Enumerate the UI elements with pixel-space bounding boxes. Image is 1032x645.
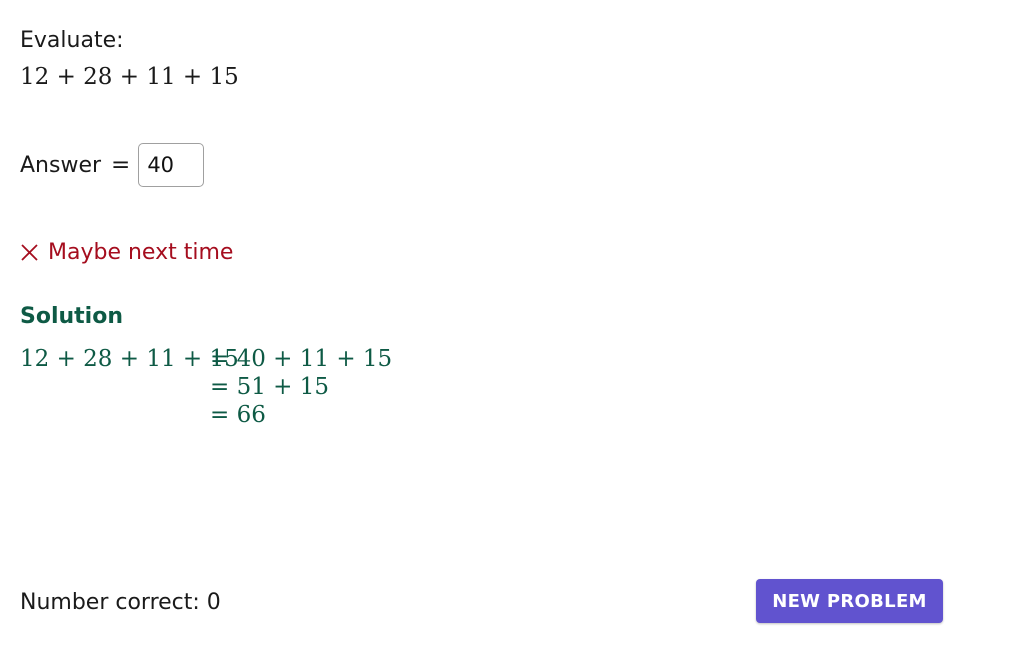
solution-step: = 66 bbox=[20, 401, 392, 429]
solution-step-rhs: = 66 bbox=[210, 402, 266, 428]
solution-step: = 51 + 15 bbox=[20, 373, 392, 401]
equals-sign: = bbox=[111, 152, 130, 178]
answer-row: Answer = bbox=[20, 143, 204, 187]
new-problem-button[interactable]: NEW PROBLEM bbox=[756, 579, 943, 623]
score-counter: Number correct: 0 bbox=[20, 590, 221, 615]
solution-step: 12 + 28 + 11 + 15 = 40 + 11 + 15 bbox=[20, 345, 392, 373]
solution-step-lhs: 12 + 28 + 11 + 15 bbox=[20, 346, 210, 372]
prompt-label: Evaluate: bbox=[20, 28, 124, 53]
solution-step-rhs: = 51 + 15 bbox=[210, 374, 329, 400]
feedback-text: Maybe next time bbox=[48, 240, 233, 265]
x-mark-icon bbox=[20, 243, 39, 262]
answer-label: Answer bbox=[20, 153, 101, 178]
solution-steps: 12 + 28 + 11 + 15 = 40 + 11 + 15 = 51 + … bbox=[20, 345, 392, 429]
feedback-message: Maybe next time bbox=[20, 240, 233, 265]
answer-input[interactable] bbox=[138, 143, 204, 187]
solution-heading: Solution bbox=[20, 304, 123, 329]
problem-expression: 12 + 28 + 11 + 15 bbox=[20, 64, 239, 90]
solution-step-rhs: = 40 + 11 + 15 bbox=[210, 346, 392, 372]
